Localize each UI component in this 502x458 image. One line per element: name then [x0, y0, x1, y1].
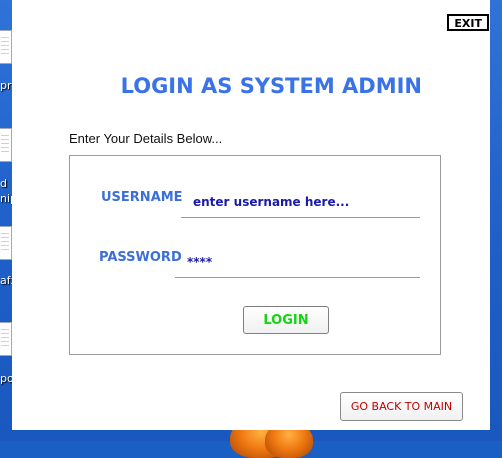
- go-back-to-main-button[interactable]: GO BACK TO MAIN: [340, 392, 463, 421]
- desktop-icon-label: d: [0, 177, 7, 190]
- password-input[interactable]: [175, 246, 420, 278]
- login-form-panel: USERNAME PASSWORD LOGIN: [69, 155, 441, 355]
- document-icon[interactable]: [0, 322, 12, 356]
- login-button[interactable]: LOGIN: [243, 306, 329, 334]
- password-label: PASSWORD: [99, 250, 182, 265]
- document-icon[interactable]: [0, 128, 12, 162]
- username-label: USERNAME: [101, 190, 183, 205]
- document-icon[interactable]: [0, 226, 12, 260]
- instructions-text: Enter Your Details Below...: [69, 131, 223, 146]
- login-window: EXIT LOGIN AS SYSTEM ADMIN Enter Your De…: [12, 0, 490, 430]
- username-input[interactable]: [181, 186, 420, 218]
- exit-button[interactable]: EXIT: [447, 14, 489, 31]
- page-title: LOGIN AS SYSTEM ADMIN: [120, 74, 422, 98]
- document-icon[interactable]: [0, 30, 12, 64]
